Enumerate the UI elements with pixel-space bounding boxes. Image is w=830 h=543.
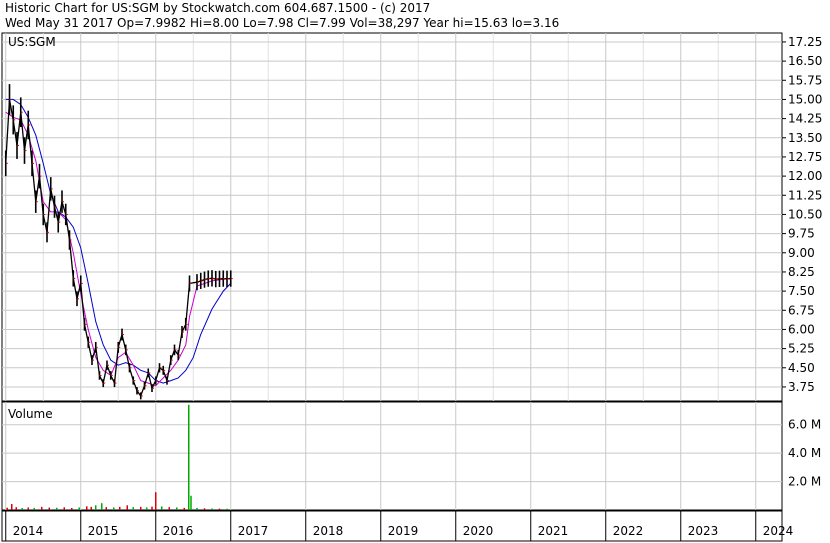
x-tick-label: 2018: [313, 524, 344, 538]
price-y-tick-label: 9.75: [788, 227, 815, 241]
price-panel-label: US:SGM: [8, 35, 56, 49]
volume-bar: [33, 507, 35, 510]
price-y-tick-label: 12.00: [788, 169, 822, 183]
volume-bar: [113, 507, 115, 510]
volume-bar: [105, 507, 107, 510]
volume-bar: [183, 507, 185, 510]
volume-bar: [168, 507, 170, 510]
volume-bar: [11, 504, 13, 510]
price-y-tick-label: 9.00: [788, 246, 815, 260]
volume-bar: [119, 506, 121, 510]
volume-bar: [21, 508, 23, 510]
volume-bar: [196, 507, 198, 510]
x-tick-label: 2016: [163, 524, 194, 538]
volume-y-tick-label: 6.0 M: [788, 418, 821, 432]
x-tick-label: 2021: [538, 524, 569, 538]
volume-y-axis: 6.0 M 4.0 M 2.0 M: [788, 418, 821, 489]
volume-bar: [211, 508, 213, 510]
volume-bar: [71, 508, 73, 510]
volume-bar: [226, 508, 228, 510]
price-y-tick-label: 15.00: [788, 92, 822, 106]
price-y-tick-label: 7.50: [788, 284, 815, 298]
volume-bar: [86, 506, 88, 510]
volume-bar: [78, 507, 80, 510]
price-y-tick-label: 16.50: [788, 54, 822, 68]
x-tick-label: 2017: [238, 524, 269, 538]
volume-bar: [41, 506, 43, 510]
volume-y-tick-label: 4.0 M: [788, 446, 821, 460]
volume-bar: [146, 507, 148, 510]
chart-canvas: 17.25 16.50 15.75 15.00 14.25 13.50 12.75 12.00…: [1, 32, 822, 542]
price-y-tick-label: 14.25: [788, 112, 822, 126]
price-y-tick-label: 15.75: [788, 73, 822, 87]
x-tick-label: 2020: [463, 524, 494, 538]
volume-bar: [6, 507, 8, 510]
volume-bar: [190, 495, 192, 510]
price-y-tick-label: 8.25: [788, 265, 815, 279]
price-y-tick-label: 5.25: [788, 342, 815, 356]
volume-bar: [151, 506, 153, 510]
volume-bar: [90, 506, 92, 510]
volume-y-tick-label: 2.0 M: [788, 475, 821, 489]
price-y-axis: 17.25 16.50 15.75 15.00 14.25 13.50 12.75 12.00…: [782, 35, 822, 394]
volume-bar: [56, 507, 58, 510]
x-tick-label: 2019: [388, 524, 419, 538]
x-tick-label: 2015: [88, 524, 119, 538]
volume-bar: [161, 506, 163, 510]
volume-panel: [1, 401, 783, 511]
volume-bar: [48, 507, 50, 510]
stock-chart: Historic Chart for US:SGM by Stockwatch.…: [0, 0, 830, 543]
volume-bar: [188, 404, 190, 510]
volume-bar: [218, 508, 221, 510]
volume-bar: [126, 505, 128, 510]
price-y-tick-label: 10.50: [788, 207, 822, 221]
price-y-tick-label: 6.75: [788, 303, 815, 317]
volume-bar: [140, 506, 142, 510]
x-tick-label: 2023: [688, 524, 719, 538]
volume-bar: [95, 505, 97, 510]
price-y-tick-label: 6.00: [788, 322, 815, 336]
volume-panel-label: Volume: [8, 407, 53, 421]
price-y-tick-label: 13.50: [788, 131, 822, 145]
volume-bar: [15, 507, 17, 510]
price-y-tick-label: 4.50: [788, 361, 815, 375]
price-y-tick-label: 11.25: [788, 188, 822, 202]
price-y-tick-label: 12.75: [788, 150, 822, 164]
volume-bar: [63, 507, 65, 510]
price-y-tick-label: 3.75: [788, 380, 815, 394]
volume-bar: [132, 507, 134, 510]
price-y-tick-label: 17.25: [788, 35, 822, 49]
volume-bar: [101, 503, 103, 510]
volume-bar: [176, 507, 178, 510]
x-tick-label: 2024: [763, 524, 794, 538]
x-tick-label: 2022: [613, 524, 644, 538]
x-tick-label: 2014: [13, 524, 44, 538]
volume-bar: [155, 492, 157, 510]
volume-bar: [203, 508, 206, 510]
volume-bar: [27, 507, 29, 510]
